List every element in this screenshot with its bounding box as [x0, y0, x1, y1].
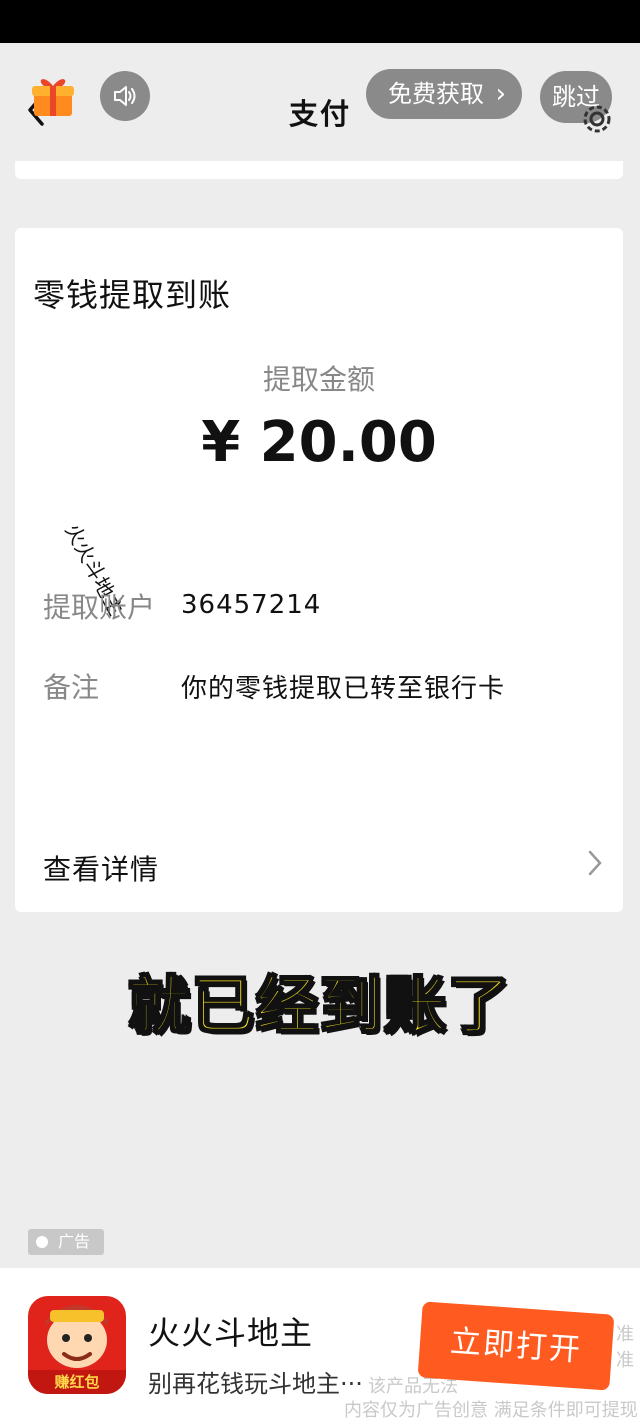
chevron-right-icon[interactable] [585, 848, 605, 878]
free-get-button[interactable]: 免费获取 › [366, 69, 522, 119]
speaker-icon [114, 86, 136, 106]
video-caption: 就已经到账了 [127, 968, 512, 1043]
free-get-label: 免费获取 [388, 80, 484, 108]
gift-icon[interactable] [30, 72, 76, 120]
app-name: 火火斗地主 [148, 1314, 314, 1352]
open-app-button[interactable]: 立即打开 [417, 1301, 615, 1391]
gear-icon[interactable] [577, 99, 617, 139]
account-value: 36457214 [181, 590, 322, 620]
sound-button[interactable] [100, 71, 150, 121]
ad-fine-line: 准 [616, 1350, 634, 1371]
withdrawal-card: 零钱提取到账 提取金额 ¥ 20.00 火火斗地主 提取账户 36457214 … [15, 228, 623, 912]
ad-tag: 广告 [28, 1229, 104, 1255]
page-title: 支付 [288, 97, 351, 131]
ad-dot-icon [36, 1236, 48, 1248]
app-description: 别再花钱玩斗地主··· [148, 1370, 363, 1398]
amount-label: 提取金额 [262, 363, 375, 396]
ad-tag-label: 广告 [58, 1232, 91, 1251]
note-value: 你的零钱提取已转至银行卡 [181, 674, 506, 704]
ad-banner[interactable]: 准 准 该产品无法 内容仅为广告创意 满足条件即可提现 赚红包 火火斗地主 别再… [0, 1268, 640, 1422]
status-bar [0, 0, 640, 43]
ad-fine-line: 准 [616, 1324, 634, 1345]
note-label: 备注 [43, 671, 100, 704]
app-icon[interactable]: 赚红包 [28, 1296, 126, 1394]
view-details-link[interactable]: 查看详情 [43, 848, 159, 888]
chevron-right-icon: › [495, 79, 506, 109]
card-title: 零钱提取到账 [33, 276, 232, 314]
ad-fine-line: 内容仅为广告创意 满足条件即可提现 [344, 1400, 638, 1421]
previous-card-edge [15, 161, 623, 179]
account-label: 提取账户 [43, 591, 156, 624]
app-icon-badge: 赚红包 [28, 1370, 126, 1394]
amount-value: ¥ 20.00 [201, 410, 437, 475]
